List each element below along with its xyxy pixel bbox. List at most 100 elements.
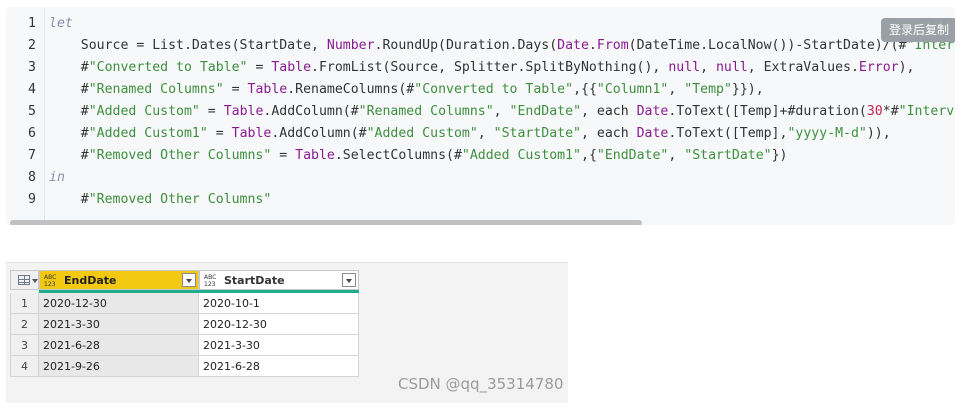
code-token: Date <box>636 126 669 141</box>
code-token: "yyyy-M-d" <box>787 126 867 141</box>
row-number[interactable]: 3 <box>10 335 39 356</box>
code-token: }}), <box>731 82 764 97</box>
code-token: .ToText([Temp]+#duration( <box>668 104 867 119</box>
code-token: , each <box>581 126 637 141</box>
row-number[interactable]: 4 <box>10 356 39 377</box>
table-cell[interactable]: 2021-3-30 <box>39 314 199 335</box>
code-token: ,{{ <box>573 82 597 97</box>
line-number: 5 <box>28 104 36 119</box>
code-token: .RenameColumns(# <box>287 82 415 97</box>
code-token: = <box>207 126 232 141</box>
code-token: null <box>668 60 701 75</box>
code-token: (DateTime.LocalNow())-StartDate)/(# <box>628 38 907 53</box>
code-token: .AddColumn(# <box>263 104 359 119</box>
code-token: = <box>223 82 248 97</box>
column-header-startdate[interactable]: ABC 123 StartDate <box>199 270 359 290</box>
code-token: Error <box>858 60 899 75</box>
code-token: = <box>199 104 224 119</box>
code-token: Table <box>223 104 264 119</box>
filter-dropdown-button[interactable] <box>342 273 356 287</box>
table-menu-button[interactable] <box>10 270 39 290</box>
column-header-enddate[interactable]: ABC 123 EndDate <box>39 270 199 290</box>
code-token: }) <box>771 148 788 163</box>
code-text: #"Added Custom" = Table.AddColumn(#"Rena… <box>49 101 955 123</box>
code-token: "Added Custom" <box>88 104 200 119</box>
code-token: Date <box>557 38 589 53</box>
code-token: "Temp" <box>684 82 732 97</box>
code-token: "StartDate" <box>493 126 581 141</box>
code-token: , <box>668 82 685 97</box>
code-text: #"Converted to Table" = Table.FromList(S… <box>49 57 915 79</box>
code-token: "Removed Other Columns" <box>88 148 272 163</box>
table-icon <box>18 275 30 285</box>
code-token: Table <box>231 126 272 141</box>
code-token: . <box>588 38 597 53</box>
code-text: #"Removed Other Columns" = Table.SelectC… <box>49 145 788 167</box>
code-token: "Renamed Columns" <box>358 104 494 119</box>
row-number[interactable]: 1 <box>10 293 39 314</box>
code-token: # <box>49 60 89 75</box>
code-token: = <box>247 60 272 75</box>
column-name: StartDate <box>224 274 285 287</box>
code-token: # <box>49 126 89 141</box>
code-token: Table <box>295 148 335 163</box>
code-text: in <box>49 167 65 189</box>
line-number: 4 <box>28 82 36 97</box>
code-token: = <box>271 148 296 163</box>
table-cell[interactable]: 2021-6-28 <box>39 335 199 356</box>
code-token: in <box>49 170 65 185</box>
code-token: Number <box>326 38 375 53</box>
row-number[interactable]: 2 <box>10 314 39 335</box>
column-name: EndDate <box>64 274 117 287</box>
code-token: 30 <box>866 104 883 119</box>
table-cell[interactable]: 2020-12-30 <box>199 314 359 335</box>
table-cell[interactable]: 2021-3-30 <box>199 335 359 356</box>
line-number: 8 <box>28 170 36 185</box>
line-number: 3 <box>28 60 36 75</box>
any-type-icon: ABC 123 <box>44 274 57 288</box>
code-token: "EndDate" <box>509 104 582 119</box>
line-number: 1 <box>28 16 36 31</box>
code-token: "Converted to Table" <box>414 82 574 97</box>
chevron-down-icon <box>32 279 38 283</box>
code-token: ), <box>898 60 915 75</box>
code-token: Table <box>271 60 312 75</box>
line-number: 2 <box>28 38 36 53</box>
code-token: From <box>596 38 629 53</box>
horizontal-scrollbar[interactable] <box>10 220 642 225</box>
code-token: Table <box>247 82 288 97</box>
code-token: "EndDate" <box>596 148 669 163</box>
code-token: .RoundUp(Duration.Days( <box>374 38 558 53</box>
code-token: , <box>700 60 716 75</box>
code-token: .AddColumn(# <box>271 126 367 141</box>
code-token: .ToText([Temp], <box>668 126 788 141</box>
code-token: , <box>477 126 494 141</box>
code-token: "Interval ( <box>898 104 955 119</box>
table-cell[interactable]: 2021-6-28 <box>199 356 359 377</box>
line-number: 6 <box>28 126 36 141</box>
table-cell[interactable]: 2020-10-1 <box>199 293 359 314</box>
code-token: "Converted to Table" <box>88 60 248 75</box>
code-block: 1 let 2 Source = List.Dates(StartDate, Num… <box>6 7 955 225</box>
code-token: "Renamed Columns" <box>88 82 224 97</box>
table-cell[interactable]: 2020-12-30 <box>39 293 199 314</box>
code-text: #"Added Custom1" = Table.AddColumn(#"Add… <box>49 123 891 145</box>
code-text: let <box>49 13 73 35</box>
code-token: let <box>49 16 73 31</box>
code-token: # <box>49 104 89 119</box>
code-token: , <box>668 148 685 163</box>
code-token: # <box>49 192 89 207</box>
code-token: .FromList(Source, Splitter.SplitByNothin… <box>311 60 669 75</box>
table-cell[interactable]: 2021-9-26 <box>39 356 199 377</box>
line-number: 9 <box>28 192 36 207</box>
code-token: Date <box>636 104 669 119</box>
code-token: "Added Custom1" <box>88 126 208 141</box>
copy-code-button[interactable]: 登录后复制 <box>881 18 955 42</box>
code-token: .SelectColumns(# <box>334 148 462 163</box>
code-token: "Added Custom1" <box>461 148 581 163</box>
filter-dropdown-button[interactable] <box>182 273 196 287</box>
code-token: )), <box>866 126 891 141</box>
code-token: null <box>715 60 748 75</box>
any-type-icon: ABC 123 <box>204 274 217 288</box>
line-number: 7 <box>28 148 36 163</box>
